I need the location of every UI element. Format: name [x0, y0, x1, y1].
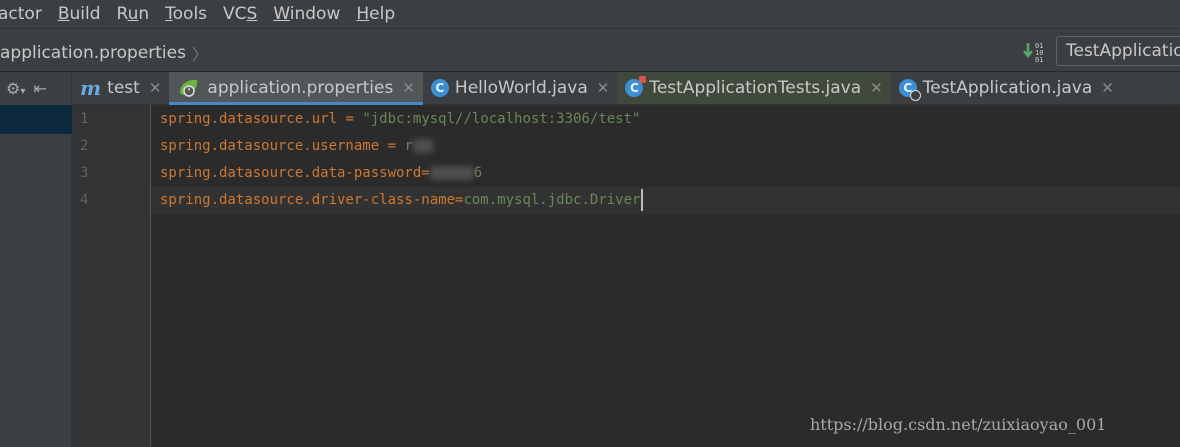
menu-run-label-pre: R	[116, 4, 128, 24]
menu-vcs-mnemonic: S	[246, 4, 258, 24]
close-icon[interactable]: ✕	[1101, 79, 1114, 97]
property-value: "jdbc:mysql//localhost:3306/test"	[362, 111, 641, 127]
svg-text:01: 01	[1035, 56, 1043, 63]
menu-refactor[interactable]: actor	[0, 4, 50, 24]
property-key: spring.datasource.driver-class-name	[160, 192, 456, 208]
spring-class-icon: C	[898, 79, 921, 101]
menu-build-label: uild	[69, 4, 101, 24]
menu-window-mnemonic: W	[273, 4, 290, 24]
property-key: spring.datasource.username	[160, 138, 380, 154]
menu-build[interactable]: Build	[50, 4, 109, 24]
text-caret	[641, 189, 644, 211]
menu-help-label: elp	[369, 4, 396, 24]
code-line[interactable]: spring.datasource.username = r	[151, 133, 1180, 160]
tab-test[interactable]: m test ✕	[72, 72, 169, 104]
editor-tab-bar: m test ✕ application.properties ✕ C Hell…	[72, 72, 1180, 105]
tab-test-label: test	[107, 78, 140, 98]
class-icon: C	[430, 79, 449, 97]
breadcrumb-file[interactable]: application.properties	[0, 43, 186, 63]
tab-application-properties[interactable]: application.properties ✕	[169, 72, 423, 105]
menu-help-mnemonic: H	[356, 4, 370, 24]
chevron-right-icon: 〉	[191, 45, 208, 64]
menu-build-mnemonic: B	[57, 4, 70, 24]
redaction-blur	[429, 166, 474, 180]
menu-bar: actor Build Run Tools VCS Window Help	[0, 0, 1180, 28]
editor-gutter: 1 2 3 4	[72, 105, 151, 447]
tab-testapplicationtests-java-label: TestApplicationTests.java	[649, 78, 862, 98]
watermark: https://blog.csdn.net/zuixiaoyao_001	[810, 415, 1107, 434]
menu-tools-label: ools	[172, 4, 208, 24]
property-value: r	[404, 138, 413, 154]
code-line[interactable]: spring.datasource.data-password= 6	[151, 160, 1180, 187]
spring-boot-icon	[177, 77, 201, 99]
project-panel: ⚙▾ ⇤	[0, 72, 72, 447]
property-value: 6	[473, 165, 483, 181]
menu-run-mnemonic: u	[127, 4, 139, 24]
vcs-update-icon[interactable]: 01 10 01	[1023, 41, 1053, 63]
property-key: spring.datasource.url	[160, 111, 338, 127]
property-value: com.mysql.jdbc.Driver	[463, 192, 641, 208]
run-configuration-label: TestApplication	[1066, 41, 1180, 61]
redaction-blur	[412, 139, 433, 153]
line-number: 1	[80, 111, 89, 127]
project-tree-selected-row[interactable]	[0, 105, 72, 134]
menu-refactor-label: actor	[0, 4, 42, 24]
tab-application-properties-label: application.properties	[207, 78, 394, 98]
code-line[interactable]: spring.datasource.url = "jdbc:mysql//loc…	[151, 106, 1180, 133]
close-icon[interactable]: ✕	[402, 79, 415, 97]
tab-testapplication-java[interactable]: C TestApplication.java ✕	[891, 72, 1122, 104]
line-number: 2	[80, 138, 89, 154]
menu-window[interactable]: Window	[265, 4, 348, 24]
code-line-current[interactable]: spring.datasource.driver-class-name=com.…	[151, 187, 1180, 214]
tab-testapplication-java-label: TestApplication.java	[922, 78, 1093, 98]
collapse-all-icon[interactable]: ⇤	[33, 79, 46, 98]
close-icon[interactable]: ✕	[870, 79, 883, 97]
module-m-icon: m	[80, 76, 102, 100]
menu-window-label: indow	[289, 4, 341, 24]
menu-vcs-label: VC	[223, 4, 247, 24]
property-key: spring.datasource.data-password	[160, 165, 422, 181]
tab-helloworld-java[interactable]: C HelloWorld.java ✕	[423, 72, 617, 104]
close-icon[interactable]: ✕	[597, 79, 610, 97]
menu-run-label: n	[138, 4, 150, 24]
run-configuration-selector[interactable]: TestApplication	[1056, 36, 1180, 66]
test-class-icon: C	[625, 76, 647, 97]
menu-vcs[interactable]: VCS	[215, 4, 265, 24]
line-number: 3	[80, 165, 89, 181]
property-separator: =	[337, 111, 363, 127]
close-icon[interactable]: ✕	[149, 79, 162, 97]
menu-tools-mnemonic: T	[165, 4, 173, 24]
property-separator: =	[379, 138, 405, 154]
code-editor[interactable]: spring.datasource.url = "jdbc:mysql//loc…	[151, 105, 1180, 447]
line-number: 4	[80, 192, 89, 208]
menu-help[interactable]: Help	[348, 4, 403, 24]
menu-run[interactable]: Run	[109, 4, 158, 24]
tab-testapplicationtests-java[interactable]: C TestApplicationTests.java ✕	[617, 72, 891, 104]
navigation-bar: application.properties 〉 01 10 01 TestAp…	[0, 28, 1180, 72]
breadcrumb[interactable]: application.properties 〉	[0, 41, 208, 65]
gear-icon[interactable]: ⚙▾	[6, 79, 25, 98]
property-separator: =	[421, 165, 430, 181]
menu-tools[interactable]: Tools	[157, 4, 215, 24]
project-panel-toolbar: ⚙▾ ⇤	[0, 72, 72, 105]
tab-helloworld-java-label: HelloWorld.java	[454, 78, 588, 98]
